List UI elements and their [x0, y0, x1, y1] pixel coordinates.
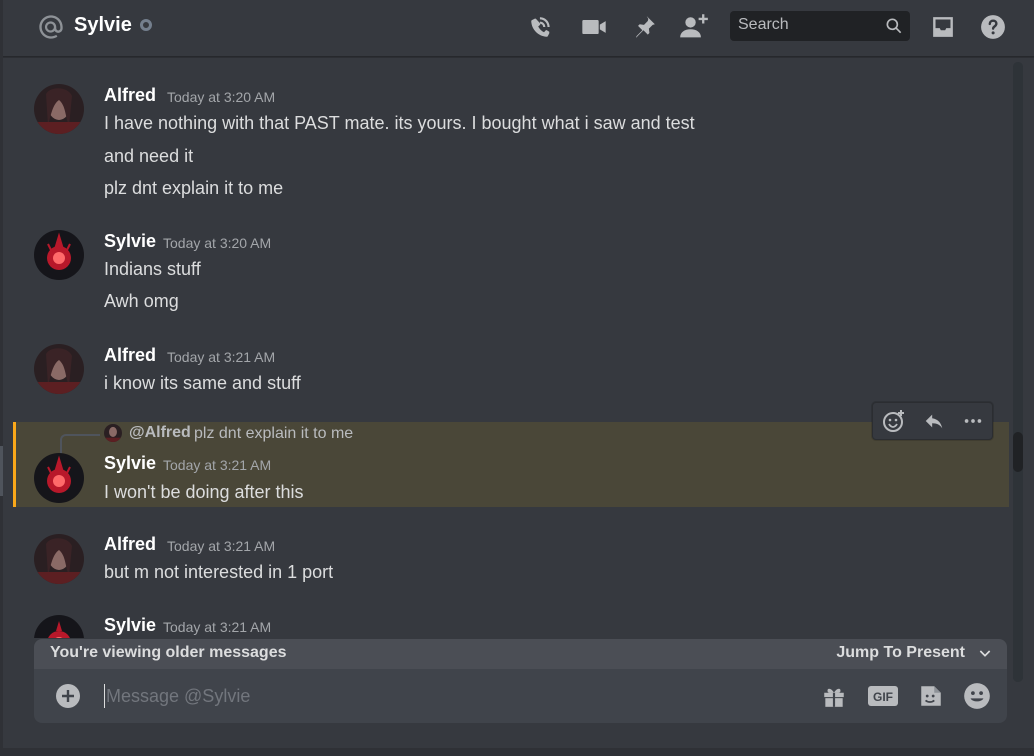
alfred-avatar-image	[34, 344, 84, 394]
video-camera-icon	[582, 20, 606, 34]
message-text: and need it	[104, 146, 194, 166]
message-timestamp: Today at 3:20 AM	[167, 89, 276, 105]
emoji-button[interactable]	[962, 681, 992, 711]
help-icon	[981, 15, 1005, 39]
alfred-avatar-image	[34, 534, 84, 584]
message-author[interactable]: Sylvie	[104, 231, 156, 252]
chevron-down-icon[interactable]	[977, 645, 993, 661]
right-gutter	[1023, 58, 1034, 748]
older-messages-bar: You're viewing older messages Jump To Pr…	[34, 639, 1007, 669]
older-messages-text: You're viewing older messages	[50, 644, 287, 661]
message-text: Awh omg	[104, 291, 179, 311]
search-box[interactable]: Search	[730, 11, 910, 41]
channel-header: Sylvie Search	[3, 0, 1034, 57]
text-caret	[104, 684, 105, 708]
add-user-icon	[680, 14, 708, 38]
scrollbar-track-overlay	[1013, 62, 1023, 682]
message-input[interactable]	[106, 682, 706, 710]
scrollbar-thumb-overlay	[1013, 432, 1023, 472]
avatar[interactable]	[34, 230, 84, 280]
gif-icon: GIF	[868, 686, 898, 706]
sylvie-avatar-image	[34, 615, 84, 638]
add-friends-to-dm-button[interactable]	[679, 12, 709, 42]
avatar[interactable]	[34, 84, 84, 134]
avatar[interactable]	[34, 344, 84, 394]
message-timestamp: Today at 3:20 AM	[163, 235, 272, 251]
upload-button[interactable]	[56, 684, 80, 708]
message-actions-bar	[872, 402, 993, 440]
reply-mention[interactable]: @Alfred	[129, 424, 191, 442]
discord-dm-window: Sylvie Search Alfred Today at 3:20 AM I …	[0, 0, 1034, 756]
pin-icon	[636, 16, 655, 38]
gif-button[interactable]: GIF	[868, 681, 898, 711]
emoji-icon	[964, 683, 990, 709]
search-icon	[886, 18, 902, 34]
status-indicator	[140, 19, 152, 31]
voice-call-button[interactable]	[526, 12, 556, 42]
search-placeholder: Search	[738, 16, 789, 33]
message-timestamp: Today at 3:21 AM	[163, 619, 272, 635]
message-text: i know its same and stuff	[104, 373, 301, 393]
sylvie-avatar-image	[34, 230, 84, 280]
message-text: I have nothing with that PAST mate. its …	[104, 113, 695, 133]
video-call-button[interactable]	[579, 12, 609, 42]
phone-call-icon	[531, 17, 550, 37]
message-timestamp: Today at 3:21 AM	[167, 349, 276, 365]
reply-spine	[60, 434, 100, 456]
avatar[interactable]	[34, 534, 84, 584]
message-text: I won't be doing after this	[104, 482, 304, 502]
sticker-button[interactable]	[916, 681, 946, 711]
inbox-icon	[933, 17, 953, 37]
reply-avatar	[104, 424, 122, 442]
message-author[interactable]: Alfred	[104, 345, 156, 366]
at-sign-icon	[39, 15, 63, 39]
message-author[interactable]: Sylvie	[104, 615, 156, 636]
message-author[interactable]: Alfred	[104, 85, 156, 106]
page-title: Sylvie	[74, 14, 132, 36]
reply-icon	[925, 414, 943, 429]
message-text: Indians stuff	[104, 259, 201, 279]
bottom-border	[0, 748, 1034, 756]
message-timestamp: Today at 3:21 AM	[167, 538, 276, 554]
message-list: Alfred Today at 3:20 AM I have nothing w…	[3, 58, 1012, 638]
more-horizontal-icon	[964, 419, 982, 423]
sylvie-avatar-image	[34, 453, 84, 503]
message-text: but m not interested in 1 port	[104, 562, 334, 582]
message-timestamp: Today at 3:21 AM	[163, 457, 272, 473]
alfred-avatar-image	[34, 84, 84, 134]
more-options-button[interactable]	[957, 407, 989, 435]
jump-to-present-button[interactable]: Jump To Present	[836, 644, 965, 662]
message-text: plz dnt explain it to me	[104, 178, 284, 198]
plus-icon	[62, 690, 74, 702]
reply-preview-text[interactable]: plz dnt explain it to me	[194, 425, 353, 443]
message-composer: GIF	[34, 669, 1007, 723]
message-author[interactable]: Sylvie	[104, 453, 156, 474]
alfred-avatar-image	[104, 424, 122, 442]
reply-button[interactable]	[918, 407, 950, 435]
gift-icon	[824, 688, 844, 707]
message-author[interactable]: Alfred	[104, 534, 156, 555]
avatar[interactable]	[34, 615, 84, 638]
gift-button[interactable]	[819, 681, 849, 711]
inbox-button[interactable]	[928, 12, 958, 42]
add-reaction-icon	[883, 410, 904, 432]
pinned-messages-button[interactable]	[629, 12, 659, 42]
help-button[interactable]	[978, 12, 1008, 42]
gif-label: GIF	[873, 690, 893, 704]
avatar[interactable]	[34, 453, 84, 503]
add-reaction-button[interactable]	[878, 407, 910, 435]
sticker-icon	[921, 686, 941, 706]
